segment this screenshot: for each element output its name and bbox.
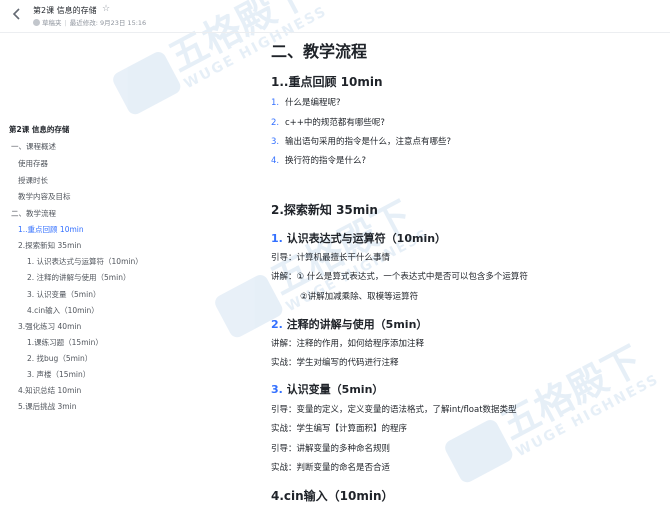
heading-teaching-process: 二、教学流程 xyxy=(271,42,368,61)
paragraph: 实战：判断变量的命名是否合适 xyxy=(271,463,391,473)
paragraph: 讲解：① 什么是算式表达式，一个表达式中是否可以包含多个运算符 xyxy=(271,272,528,282)
list-item: 2. c++中的规范都有哪些呢? xyxy=(271,118,385,128)
toc-item[interactable]: 4.cin输入（10min） xyxy=(27,305,99,316)
toc-item[interactable]: 二、教学流程 xyxy=(11,208,56,219)
heading-section-3: 3. 认识变量（5min） xyxy=(271,383,384,396)
author: 草稿夹 xyxy=(42,19,62,27)
paragraph: ②讲解加减乘除、取模等运算符 xyxy=(300,292,419,302)
paragraph: 实战：学生编写【计算面积】的程序 xyxy=(271,424,408,434)
paragraph: 实战：学生对编写的代码进行注释 xyxy=(271,358,399,368)
toc-item[interactable]: 使用存器 xyxy=(18,158,48,169)
list-item: 3. 输出语句采用的指令是什么，注意点有哪些? xyxy=(271,137,452,147)
toc-item[interactable]: 2.探索新知 35min xyxy=(18,240,81,251)
toc-item[interactable]: 2. 注释的讲解与使用（5min） xyxy=(27,272,130,283)
toc-item[interactable]: 3. 声楼（15min） xyxy=(27,369,90,380)
toc-item[interactable]: 授课时长 xyxy=(18,175,48,186)
heading-explore: 2.探索新知 35min xyxy=(271,203,378,217)
toc-item[interactable]: 3. 认识变量（5min） xyxy=(27,289,100,300)
toc-item[interactable]: 4.知识总结 10min xyxy=(18,385,81,396)
user-icon xyxy=(33,19,40,26)
heading-review: 1..重点回顾 10min xyxy=(271,75,383,89)
heading-cin-input: 4.cin输入（10min） xyxy=(271,489,394,503)
heading-section-2: 2. 注释的讲解与使用（5min） xyxy=(271,318,428,331)
toc-item[interactable]: 一、课程概述 xyxy=(11,141,56,152)
paragraph: 讲解：注释的作用，如何给程序添加注释 xyxy=(271,339,425,349)
toc-item[interactable]: 1. 认识表达式与运算符（10min） xyxy=(27,256,143,267)
doc-header: 第2课 信息的存储 ☆ 草稿夹 | 最近修改: 9月23日 15:16 xyxy=(0,0,670,33)
watermark-text: 五格殿下 xyxy=(493,337,649,448)
toc-item[interactable]: 第2课 信息的存储 xyxy=(9,124,69,135)
watermark-logo-icon xyxy=(110,49,184,118)
back-button[interactable] xyxy=(12,8,22,24)
heading-section-1: 1. 认识表达式与运算符（10min） xyxy=(271,232,447,245)
toc-item-active[interactable]: 1..重点回顾 10min xyxy=(18,224,84,235)
paragraph: 引导：计算机最擅长干什么事情 xyxy=(271,253,391,263)
paragraph: 引导：讲解变量的多种命名规则 xyxy=(271,444,391,454)
toc-item[interactable]: 5.课后挑战 3min xyxy=(18,401,76,412)
list-item: 4. 换行符的指令是什么? xyxy=(271,156,367,166)
star-icon[interactable]: ☆ xyxy=(102,4,110,14)
chevron-left-icon xyxy=(12,8,20,20)
toc-item[interactable]: 3.强化练习 40min xyxy=(18,321,81,332)
watermark-subtext: WUGE HIGHNESS xyxy=(513,371,663,461)
list-item: 1. 什么是编程呢? xyxy=(271,98,341,108)
paragraph: 引导：变量的定义，定义变量的语法格式，了解int/float数据类型 xyxy=(271,405,517,415)
toc-item[interactable]: 1.课练习题（15min） xyxy=(27,337,103,348)
doc-title: 第2课 信息的存储 xyxy=(33,6,97,15)
toc-item[interactable]: 教学内容及目标 xyxy=(18,191,71,202)
watermark-logo-icon xyxy=(442,417,516,486)
doc-meta: 草稿夹 | 最近修改: 9月23日 15:16 xyxy=(33,17,146,27)
last-modified: 最近修改: 9月23日 15:16 xyxy=(69,19,147,27)
toc-item[interactable]: 2. 找bug（5min） xyxy=(27,353,92,364)
